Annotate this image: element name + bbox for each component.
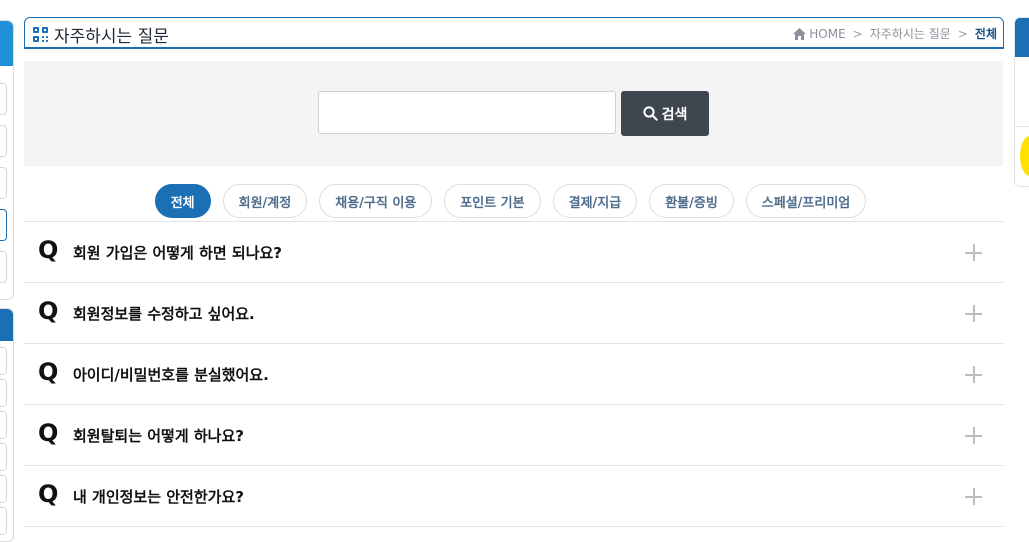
category-tab[interactable]: 환불/증빙: [649, 184, 734, 218]
category-tab[interactable]: 채용/구직 이용: [319, 184, 433, 218]
search-icon: [643, 106, 658, 121]
breadcrumb-current: 전체: [974, 27, 997, 41]
grid-menu-icon: [33, 27, 48, 42]
plus-icon[interactable]: [965, 366, 982, 383]
search-area: 검색: [24, 61, 1003, 166]
left-sidebar-item[interactable]: [0, 507, 7, 535]
faq-item[interactable]: Q 회원탈퇴는 어떻게 하나요?: [24, 405, 1004, 466]
category-tab[interactable]: 포인트 기본: [444, 184, 541, 218]
right-side-panel: [1014, 17, 1029, 187]
category-tab[interactable]: 결제/지급: [552, 184, 638, 218]
breadcrumb-separator: >: [852, 26, 863, 41]
left-sidebar-item[interactable]: [0, 475, 7, 503]
left-sidebar-item[interactable]: [0, 125, 7, 157]
faq-question[interactable]: 회원탈퇴는 어떻게 하나요?: [73, 425, 244, 446]
title-wrap: 자주하시는 질문: [33, 22, 169, 47]
breadcrumb-faq[interactable]: 자주하시는 질문: [870, 25, 951, 42]
category-tab[interactable]: 회원/계정: [222, 184, 308, 218]
search-input[interactable]: [318, 91, 616, 134]
faq-item[interactable]: Q 회원 가입은 어떻게 하면 되나요?: [24, 222, 1004, 283]
left-sidebar-item[interactable]: [0, 83, 7, 115]
search-button[interactable]: 검색: [621, 91, 709, 136]
breadcrumb-separator: >: [957, 26, 968, 41]
left-sidebar-item[interactable]: [0, 347, 7, 375]
faq-question[interactable]: 아이디/비밀번호를 분실했어요.: [73, 364, 269, 385]
page-header: 자주하시는 질문 HOME > 자주하시는 질문 > 전체: [24, 17, 1004, 49]
divider: [1015, 126, 1029, 127]
faq-question[interactable]: 회원정보를 수정하고 싶어요.: [73, 303, 255, 324]
faq-list: Q 회원 가입은 어떻게 하면 되나요? Q 회원정보를 수정하고 싶어요. Q 아이디/…: [24, 221, 1004, 527]
category-tab[interactable]: 전체: [154, 184, 211, 218]
faq-item[interactable]: Q 내 개인정보는 안전한가요?: [24, 466, 1004, 527]
home-icon: [793, 27, 807, 40]
faq-q-mark: Q: [38, 419, 59, 447]
plus-icon[interactable]: [965, 488, 982, 505]
left-sidebar-item[interactable]: [0, 411, 7, 439]
right-side-panel-header: [1015, 18, 1029, 57]
page-title: 자주하시는 질문: [54, 27, 169, 47]
plus-icon[interactable]: [965, 305, 982, 322]
faq-q-mark: Q: [38, 480, 59, 508]
category-tabs: 전체 회원/계정 채용/구직 이용 포인트 기본 결제/지급 환불/증빙 스페셜/프리미엄: [0, 184, 1029, 218]
category-tabs-inner: 전체 회원/계정 채용/구직 이용 포인트 기본 결제/지급 환불/증빙 스페셜/프리미엄: [154, 184, 867, 218]
plus-icon[interactable]: [965, 427, 982, 444]
left-sidebar-item[interactable]: [0, 251, 7, 283]
left-sidebar-panel: [0, 20, 14, 300]
faq-item[interactable]: Q 아이디/비밀번호를 분실했어요.: [24, 344, 1004, 405]
faq-q-mark: Q: [38, 358, 59, 386]
left-sidebar-panel-header: [0, 21, 13, 66]
plus-icon[interactable]: [965, 244, 982, 261]
left-sidebar-panel-2-header: [0, 309, 13, 341]
breadcrumb: HOME > 자주하시는 질문 > 전체: [793, 25, 997, 42]
faq-question[interactable]: 내 개인정보는 안전한가요?: [73, 486, 244, 507]
left-sidebar-item[interactable]: [0, 379, 7, 407]
left-sidebar-panel-2: [0, 308, 14, 542]
left-sidebar-item[interactable]: [0, 443, 7, 471]
chat-badge[interactable]: [1020, 136, 1029, 176]
faq-question[interactable]: 회원 가입은 어떻게 하면 되나요?: [73, 242, 282, 263]
faq-q-mark: Q: [38, 236, 59, 264]
faq-item[interactable]: Q 회원정보를 수정하고 싶어요.: [24, 283, 1004, 344]
category-tab[interactable]: 스페셜/프리미엄: [745, 184, 867, 218]
search-button-label: 검색: [661, 106, 688, 123]
faq-q-mark: Q: [38, 297, 59, 325]
breadcrumb-home[interactable]: HOME: [809, 27, 845, 41]
